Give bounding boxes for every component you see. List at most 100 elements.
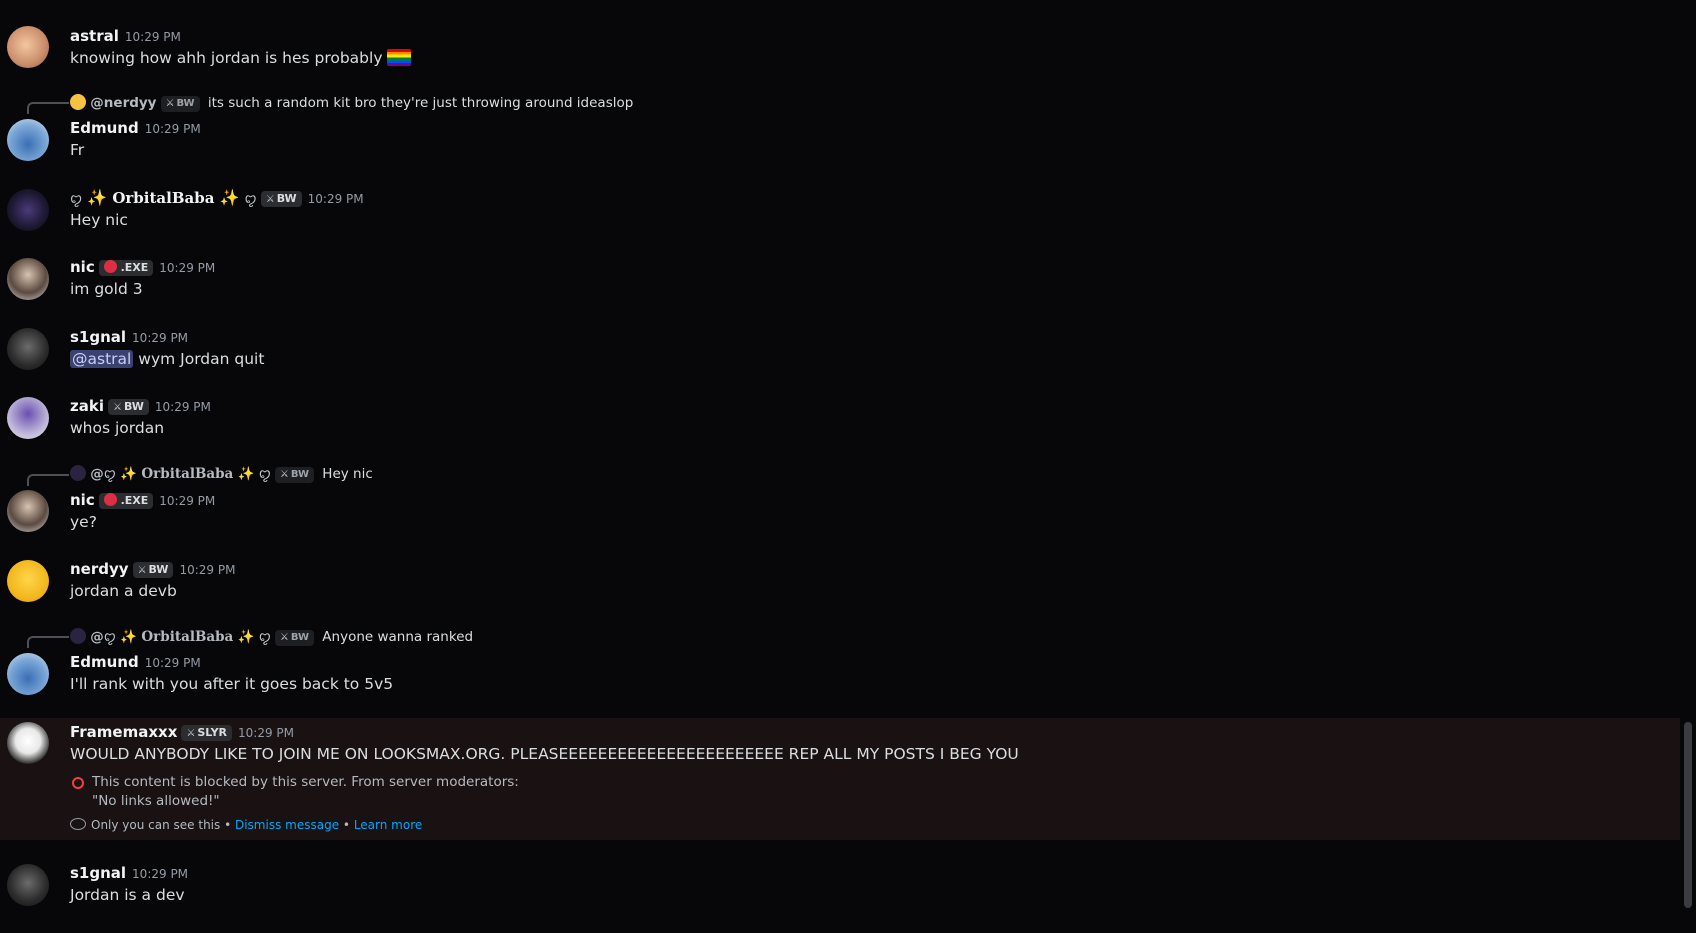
reply-text: Anyone wanna ranked — [322, 629, 474, 645]
message-text: Hey nic — [70, 211, 128, 229]
timestamp: 10:29 PM — [144, 656, 201, 670]
timestamp: 10:29 PM — [179, 563, 236, 577]
role-tag: ⚔ BW — [132, 562, 174, 578]
skull-icon — [103, 493, 117, 506]
role-tag: ⚔ BW — [160, 96, 200, 112]
rainbow-flag-icon — [387, 49, 412, 66]
message-text: Jordan is a dev — [70, 886, 185, 904]
reply-username[interactable]: @nerdyy — [90, 95, 156, 111]
reply-username[interactable]: OrbitalBaba — [141, 466, 233, 482]
message-text: I'll rank with you after it goes back to… — [70, 675, 394, 693]
role-tag: ⚔ BW — [274, 630, 314, 646]
avatar[interactable] — [7, 722, 49, 764]
username[interactable]: OrbitalBaba — [112, 189, 214, 207]
avatar[interactable] — [7, 258, 49, 300]
role-tag: ⚔ BW — [260, 191, 302, 207]
reply-spine — [27, 102, 69, 114]
sword-icon: ⚔ — [186, 728, 196, 739]
sparkle-icon: ✨ — [120, 466, 138, 482]
reply-preview[interactable]: @ꨄ ✨ OrbitalBaba ✨ ꨄ ⚔ BW Hey nic — [70, 464, 373, 484]
message-text: Fr — [70, 141, 85, 159]
reply-text: Hey nic — [322, 466, 373, 482]
swirl-icon: ꨄ — [70, 192, 83, 207]
sword-icon: ⚔ — [112, 402, 122, 413]
timestamp: 10:29 PM — [154, 400, 211, 414]
dismiss-message-link[interactable]: Dismiss message — [235, 818, 339, 832]
swirl-icon: ꨄ — [258, 630, 271, 645]
timestamp: 10:29 PM — [144, 122, 201, 136]
avatar — [70, 465, 86, 481]
sword-icon: ⚔ — [265, 194, 275, 205]
timestamp: 10:29 PM — [238, 726, 295, 740]
username[interactable]: nerdyy — [70, 560, 129, 578]
sword-icon: ⚔ — [279, 632, 289, 643]
username[interactable]: Framemaxxx — [70, 723, 177, 741]
message-text: ye? — [70, 513, 97, 531]
message-text: im gold 3 — [70, 280, 143, 298]
role-tag: ⚔ SLYR — [181, 725, 233, 741]
avatar[interactable] — [7, 490, 49, 532]
swirl-icon: ꨄ — [103, 467, 116, 482]
reply-at: @ — [90, 629, 104, 645]
scrollbar[interactable] — [1684, 722, 1692, 908]
avatar[interactable] — [7, 560, 49, 602]
message-text: whos jordan — [70, 419, 165, 437]
sparkle-icon: ✨ — [237, 629, 255, 645]
message-text: WOULD ANYBODY LIKE TO JOIN ME ON LOOKSMA… — [70, 745, 1019, 763]
only-you-text: Only you can see this • — [91, 818, 232, 832]
sword-icon: ⚔ — [165, 98, 175, 109]
username[interactable]: s1gnal — [70, 328, 126, 346]
reply-preview[interactable]: @ꨄ ✨ OrbitalBaba ✨ ꨄ ⚔ BW Anyone wanna ran… — [70, 627, 473, 647]
username[interactable]: nic — [70, 491, 95, 509]
username[interactable]: nic — [70, 258, 95, 276]
role-tag: .EXE — [98, 260, 154, 276]
avatar[interactable] — [7, 26, 49, 68]
eye-icon — [70, 818, 86, 830]
skull-icon — [103, 260, 117, 273]
swirl-icon: ꨄ — [244, 192, 257, 207]
sword-icon: ⚔ — [279, 469, 289, 480]
reply-at: @ — [90, 466, 104, 482]
username[interactable]: zaki — [70, 397, 104, 415]
avatar[interactable] — [7, 119, 49, 161]
role-tag: ⚔ BW — [107, 399, 149, 415]
sparkle-icon: ✨ — [237, 466, 255, 482]
timestamp: 10:29 PM — [159, 494, 216, 508]
username[interactable]: Edmund — [70, 119, 139, 137]
message-text: knowing how ahh jordan is hes probably — [70, 49, 383, 67]
timestamp: 10:29 PM — [159, 261, 216, 275]
shield-block-icon — [72, 777, 84, 789]
timestamp: 10:29 PM — [132, 867, 189, 881]
avatar[interactable] — [7, 397, 49, 439]
learn-more-link[interactable]: Learn more — [354, 818, 422, 832]
sparkle-icon: ✨ — [120, 629, 138, 645]
sword-icon: ⚔ — [137, 565, 147, 576]
username[interactable]: astral — [70, 27, 119, 45]
separator-dot: • — [342, 818, 350, 832]
sparkle-icon: ✨ — [219, 188, 240, 207]
sparkle-icon: ✨ — [87, 188, 108, 207]
timestamp: 10:29 PM — [132, 331, 189, 345]
avatar[interactable] — [7, 653, 49, 695]
role-tag: ⚔ BW — [274, 467, 314, 483]
message-text: wym Jordan quit — [138, 350, 265, 368]
user-mention[interactable]: @astral — [70, 350, 134, 368]
avatar — [70, 628, 86, 644]
avatar[interactable] — [7, 189, 49, 231]
reply-spine — [27, 636, 69, 648]
timestamp: 10:29 PM — [124, 30, 181, 44]
avatar[interactable] — [7, 864, 49, 906]
reply-username[interactable]: OrbitalBaba — [141, 629, 233, 645]
reply-spine — [27, 474, 69, 486]
message-text: jordan a devb — [70, 582, 177, 600]
swirl-icon: ꨄ — [258, 467, 271, 482]
reply-preview[interactable]: @nerdyy ⚔ BW its such a random kit bro the… — [70, 93, 633, 113]
swirl-icon: ꨄ — [103, 630, 116, 645]
reply-text: its such a random kit bro they're just t… — [207, 95, 634, 111]
timestamp: 10:29 PM — [307, 192, 364, 206]
moderator-reason: "No links allowed!" — [92, 793, 220, 809]
username[interactable]: Edmund — [70, 653, 139, 671]
avatar[interactable] — [7, 328, 49, 370]
role-tag: .EXE — [98, 493, 154, 509]
username[interactable]: s1gnal — [70, 864, 126, 882]
